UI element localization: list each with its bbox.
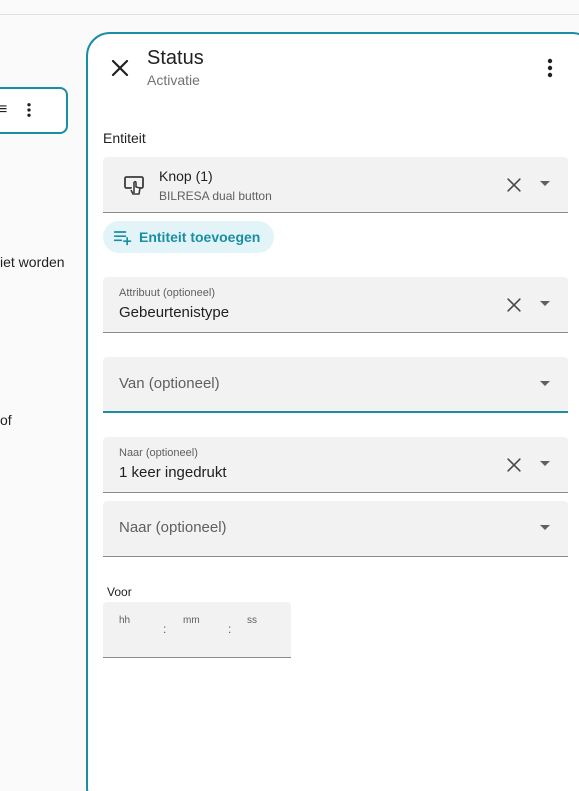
- background-card[interactable]: ≡: [0, 87, 68, 134]
- attribute-select[interactable]: Attribuut (optioneel) Gebeurtenistype: [103, 277, 568, 333]
- dropdown-arrow-icon[interactable]: [540, 181, 550, 186]
- top-bar: [0, 0, 579, 15]
- clear-icon[interactable]: [504, 295, 524, 315]
- dropdown-arrow-icon[interactable]: [540, 301, 550, 306]
- add-entity-button[interactable]: Entiteit toevoegen: [103, 221, 275, 253]
- dropdown-arrow-icon[interactable]: [540, 525, 550, 530]
- dropdown-arrow-icon[interactable]: [540, 381, 550, 386]
- to-select[interactable]: Naar (optioneel) 1 keer ingedrukt: [103, 437, 568, 493]
- to-value: 1 keer ingedrukt: [119, 464, 227, 481]
- entity-device: BILRESA dual button: [159, 189, 272, 203]
- seconds-field[interactable]: ss: [247, 615, 257, 626]
- attribute-value: Gebeurtenistype: [119, 304, 230, 321]
- time-separator: :: [228, 622, 232, 636]
- entity-picker[interactable]: Knop (1) BILRESA dual button: [103, 157, 568, 213]
- clear-icon[interactable]: [504, 455, 524, 475]
- to-2-placeholder: Naar (optioneel): [119, 519, 227, 536]
- to-select-2[interactable]: Naar (optioneel): [103, 501, 568, 557]
- clear-icon[interactable]: [504, 175, 524, 195]
- entity-section-label: Entiteit: [103, 130, 146, 146]
- entity-name: Knop (1): [159, 168, 213, 184]
- more-vert-icon[interactable]: [538, 56, 562, 80]
- close-icon[interactable]: [108, 56, 132, 80]
- status-dialog: Status Activatie Entiteit Knop (1) BILRE…: [86, 32, 579, 791]
- more-vert-icon[interactable]: [20, 101, 38, 119]
- minutes-field[interactable]: mm: [183, 615, 200, 626]
- attribute-label: Attribuut (optioneel): [119, 287, 215, 299]
- from-select[interactable]: Van (optioneel): [103, 357, 568, 413]
- list-icon: ≡: [0, 101, 8, 118]
- time-separator: :: [163, 622, 167, 636]
- playlist-add-icon: [113, 231, 132, 246]
- hours-field[interactable]: hh: [119, 615, 130, 626]
- add-entity-label: Entiteit toevoegen: [139, 229, 261, 245]
- duration-input[interactable]: hh : mm : ss: [103, 602, 291, 658]
- from-placeholder: Van (optioneel): [119, 375, 220, 392]
- background-text-1: iet worden: [0, 254, 65, 270]
- background-text-2: of: [0, 412, 12, 428]
- for-section-label: Voor: [107, 585, 132, 599]
- to-label: Naar (optioneel): [119, 447, 198, 459]
- dialog-subtitle: Activatie: [147, 72, 200, 88]
- dialog-title: Status: [147, 47, 204, 69]
- dropdown-arrow-icon[interactable]: [540, 461, 550, 466]
- touch-button-icon: [124, 176, 144, 195]
